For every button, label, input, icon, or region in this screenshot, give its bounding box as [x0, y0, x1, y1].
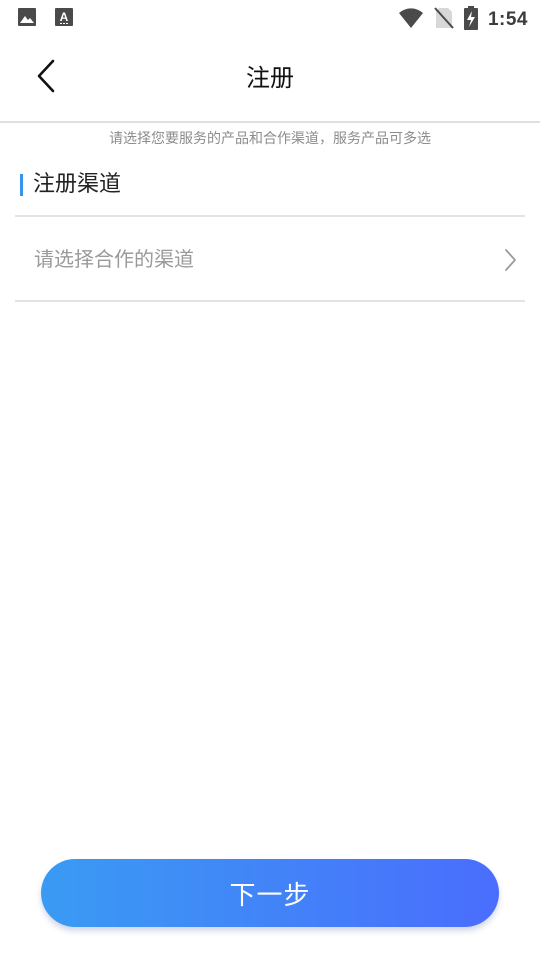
wifi-icon: [398, 7, 424, 33]
svg-text:A: A: [60, 10, 69, 24]
channel-placeholder: 请选择合作的渠道: [34, 247, 194, 271]
text-a-icon: A: [55, 7, 73, 31]
status-bar: A 1:54: [0, 0, 540, 36]
section-header: 注册渠道: [20, 170, 121, 200]
page-title: 注册: [246, 64, 294, 92]
image-icon: [17, 7, 37, 31]
status-right-icons: 1:54: [398, 6, 528, 34]
hint-text: 请选择您要服务的产品和合作渠道，服务产品可多选: [109, 131, 431, 147]
title-bar: 注册: [0, 36, 540, 123]
chevron-right-icon: [503, 248, 517, 276]
no-sim-icon: [434, 7, 454, 33]
status-left-icons: A: [17, 7, 73, 31]
channel-select[interactable]: 请选择合作的渠道: [15, 218, 525, 301]
status-time: 1:54: [487, 9, 528, 30]
divider-top: [15, 215, 525, 217]
divider-bottom: [15, 300, 525, 302]
section-title: 注册渠道: [33, 172, 122, 197]
section-accent-bar: [20, 174, 23, 196]
next-button[interactable]: 下一步: [41, 859, 499, 927]
battery-charging-icon: [463, 6, 478, 34]
